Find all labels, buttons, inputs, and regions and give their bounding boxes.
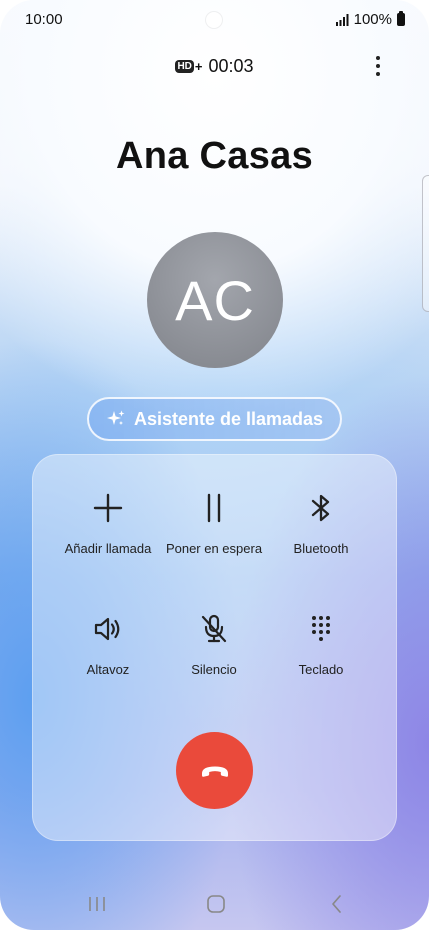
signal-icon bbox=[335, 13, 349, 26]
bluetooth-button[interactable]: Bluetooth bbox=[266, 490, 376, 556]
recent-apps-icon[interactable] bbox=[83, 892, 111, 916]
edge-panel-handle[interactable] bbox=[422, 175, 429, 312]
speaker-button[interactable]: Altavoz bbox=[53, 611, 163, 677]
call-duration: 00:03 bbox=[208, 56, 254, 76]
add-call-button[interactable]: Añadir llamada bbox=[53, 490, 163, 556]
hold-label: Poner en espera bbox=[165, 541, 263, 556]
sparkle-icon bbox=[106, 410, 125, 425]
status-right: 100% bbox=[335, 11, 405, 28]
phone-hangup-icon bbox=[201, 766, 228, 777]
camera-cutout bbox=[206, 12, 222, 28]
mute-label: Silencio bbox=[191, 662, 237, 677]
keypad-button[interactable]: Teclado bbox=[266, 611, 376, 677]
contact-avatar: AC bbox=[147, 232, 283, 368]
battery-icon bbox=[397, 11, 405, 26]
bluetooth-icon bbox=[311, 494, 330, 522]
hold-button[interactable]: Poner en espera bbox=[159, 490, 269, 556]
battery-percent: 100% bbox=[353, 11, 392, 28]
hd-voice-icon: HD + bbox=[175, 59, 203, 74]
bluetooth-label: Bluetooth bbox=[293, 541, 349, 556]
speaker-icon bbox=[94, 617, 120, 641]
call-assistant-button[interactable]: Asistente de llamadas bbox=[87, 397, 342, 441]
call-screen: 10:00 100% HD + 00:03 Ana Casas AC Asist… bbox=[0, 0, 429, 930]
call-info: HD + 00:03 bbox=[0, 56, 429, 77]
plus-icon bbox=[93, 493, 123, 523]
add-call-label: Añadir llamada bbox=[64, 541, 152, 556]
mute-button[interactable]: Silencio bbox=[159, 611, 269, 677]
pause-icon bbox=[207, 493, 221, 523]
status-bar: 10:00 100% bbox=[0, 10, 429, 32]
contact-name: Ana Casas bbox=[115, 135, 314, 177]
call-assistant-label: Asistente de llamadas bbox=[133, 408, 324, 429]
keypad-label: Teclado bbox=[298, 662, 344, 677]
home-icon[interactable] bbox=[202, 892, 230, 916]
navigation-bar bbox=[0, 888, 429, 920]
status-time: 10:00 bbox=[25, 11, 63, 28]
microphone-off-icon bbox=[201, 614, 227, 643]
keypad-icon bbox=[312, 616, 330, 641]
speaker-label: Altavoz bbox=[86, 662, 130, 677]
back-icon[interactable] bbox=[323, 892, 351, 916]
more-options-icon[interactable] bbox=[372, 56, 384, 76]
end-call-button[interactable] bbox=[176, 732, 253, 809]
